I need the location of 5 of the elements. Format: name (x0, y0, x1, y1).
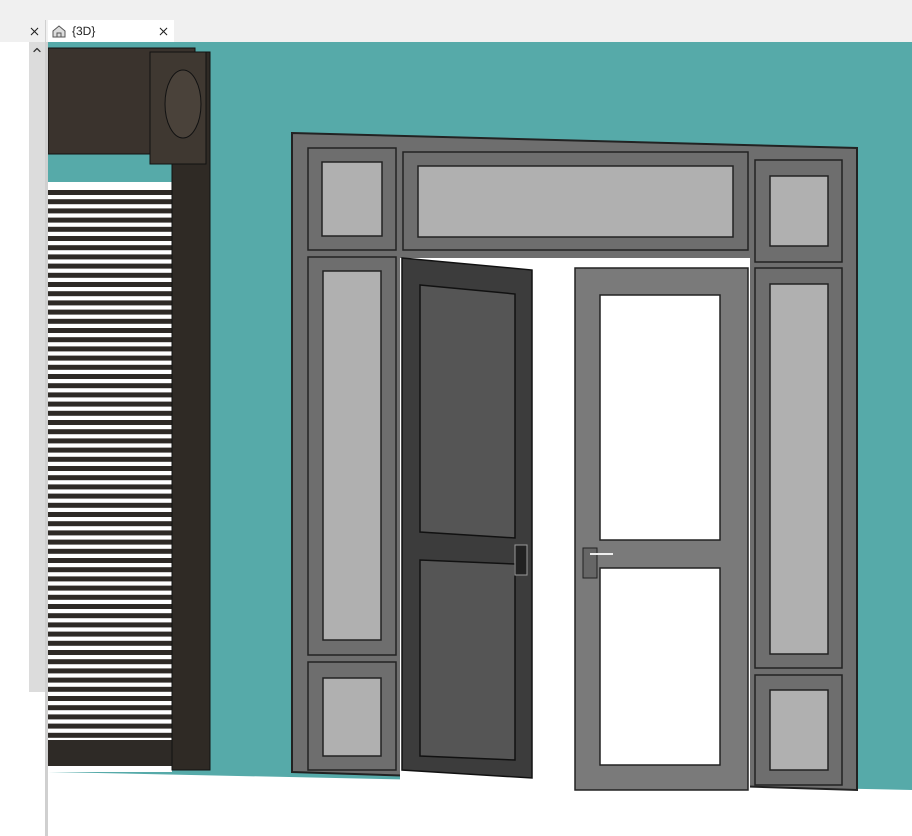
tab-label: {3D} (72, 23, 96, 40)
scrollbar[interactable] (29, 42, 45, 692)
house-icon (52, 24, 66, 38)
view-tab[interactable]: {3D} (48, 20, 174, 42)
close-icon[interactable] (157, 24, 170, 38)
